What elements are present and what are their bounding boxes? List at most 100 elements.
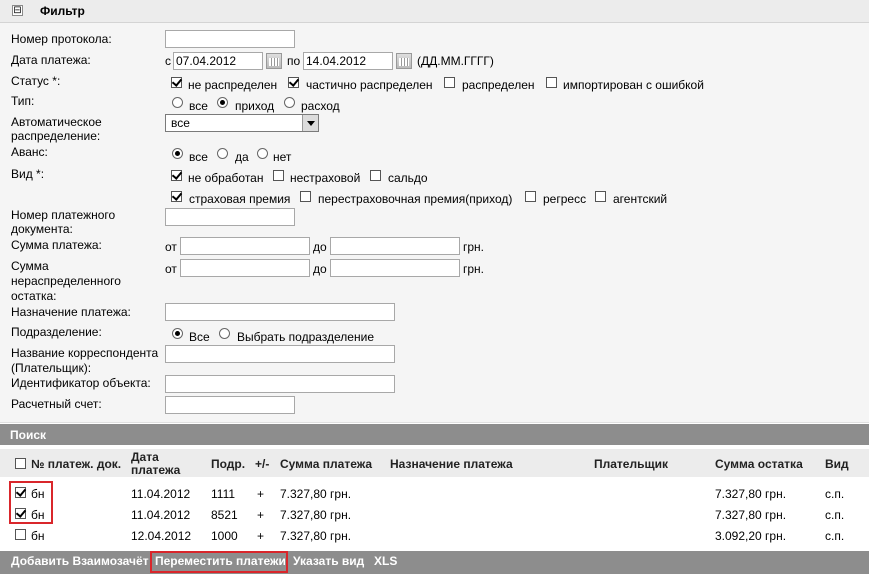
status-partial-checkbox[interactable] — [288, 77, 299, 88]
status-option-label: распределен — [462, 78, 535, 92]
doc-number-input[interactable] — [165, 208, 295, 226]
doc-number-label-2: документа: — [11, 222, 73, 236]
kind-option-label: агентский — [613, 192, 668, 206]
set-kind-button[interactable]: Указать вид — [293, 554, 364, 568]
status-option-label: частично распределен — [306, 78, 433, 92]
kind-unprocessed-checkbox[interactable] — [171, 170, 182, 181]
row-sign: + — [257, 508, 265, 522]
calendar-icon[interactable] — [396, 53, 412, 69]
search-bar[interactable]: Поиск — [0, 424, 869, 445]
date-to-input[interactable] — [303, 52, 393, 70]
type-all-radio[interactable] — [172, 97, 183, 108]
date-format-hint: (ДД.ММ.ГГГГ) — [417, 54, 494, 68]
column-header-payer[interactable]: Плательщик — [594, 458, 668, 470]
object-id-input[interactable] — [165, 375, 395, 393]
type-option-label: расход — [301, 99, 340, 113]
type-expense-radio[interactable] — [284, 97, 295, 108]
remainder-currency: грн. — [463, 262, 485, 276]
sum-from-label: от — [165, 240, 177, 254]
kind-option-label: нестраховой — [290, 171, 361, 185]
sum-from-input[interactable] — [180, 237, 310, 255]
date-from-input[interactable] — [173, 52, 263, 70]
column-header-purpose[interactable]: Назначение платежа — [390, 458, 513, 470]
division-label: Подразделение: — [11, 325, 102, 339]
division-all-radio[interactable] — [172, 328, 183, 339]
row-checkbox[interactable] — [15, 529, 26, 540]
protocol-input[interactable] — [165, 30, 295, 48]
status-unallocated-checkbox[interactable] — [171, 77, 182, 88]
column-header-remainder[interactable]: Сумма остатка — [715, 458, 803, 470]
remainder-label: Сумма — [11, 259, 49, 273]
kind-balance-checkbox[interactable] — [370, 170, 381, 181]
purpose-label: Назначение платежа: — [11, 305, 131, 319]
column-header-sum[interactable]: Сумма платежа — [280, 458, 372, 470]
search-title: Поиск — [10, 428, 47, 442]
auto-allocation-select[interactable]: все — [165, 114, 319, 132]
table-row[interactable]: бн 11.04.2012 8521 + 7.327,80 грн. 7.327… — [0, 503, 869, 524]
column-header-kind[interactable]: Вид — [825, 458, 849, 470]
column-header-division[interactable]: Подр. — [211, 458, 245, 470]
sum-currency: грн. — [463, 240, 485, 254]
kind-reinsurance-checkbox[interactable] — [300, 191, 311, 202]
remainder-to-label: до — [313, 262, 327, 276]
row-date: 11.04.2012 — [131, 508, 191, 522]
kind-option-label: не обработан — [188, 171, 264, 185]
account-label: Расчетный счет: — [11, 397, 102, 411]
xls-button[interactable]: XLS — [374, 554, 397, 568]
status-import-error-checkbox[interactable] — [546, 77, 557, 88]
kind-agent-checkbox[interactable] — [595, 191, 606, 202]
type-label: Тип: — [11, 94, 35, 108]
filter-form — [0, 23, 869, 423]
row-date: 12.04.2012 — [131, 529, 192, 543]
correspondent-input[interactable] — [165, 345, 395, 363]
column-header-sign: +/- — [255, 457, 270, 471]
advance-no-radio[interactable] — [257, 148, 268, 159]
division-option-label: Выбрать подразделение — [237, 330, 374, 344]
table-row[interactable]: бн 11.04.2012 1111 + 7.327,80 грн. 7.327… — [0, 482, 869, 503]
table-header: № платеж. док. Дата платежа Подр. +/- Су… — [0, 449, 869, 477]
filter-title: Фильтр — [40, 4, 85, 18]
row-remainder: 7.327,80 грн. — [715, 508, 787, 522]
auto-allocation-label: Автоматическое — [11, 115, 102, 129]
highlight-box — [150, 551, 288, 573]
kind-regress-checkbox[interactable] — [525, 191, 536, 202]
calendar-icon[interactable] — [266, 53, 282, 69]
row-remainder: 3.092,20 грн. — [715, 529, 787, 543]
division-option-label: Все — [189, 330, 210, 344]
account-input[interactable] — [165, 396, 295, 414]
column-header-date[interactable]: Дата — [131, 451, 159, 463]
type-income-radio[interactable] — [217, 97, 228, 108]
status-option-label: импортирован с ошибкой — [563, 78, 704, 92]
row-kind: с.п. — [825, 529, 845, 543]
division-choose-radio[interactable] — [219, 328, 230, 339]
row-remainder: 7.327,80 грн. — [715, 487, 787, 501]
correspondent-label: Название корреспондента — [11, 346, 159, 360]
remainder-from-input[interactable] — [180, 259, 310, 277]
chevron-down-icon[interactable] — [302, 115, 318, 131]
advance-yes-radio[interactable] — [217, 148, 228, 159]
table-row[interactable]: бн 12.04.2012 1000 + 7.327,80 грн. 3.092… — [0, 524, 869, 545]
status-allocated-checkbox[interactable] — [444, 77, 455, 88]
column-header-doc[interactable]: № платеж. док. — [31, 458, 121, 470]
collapse-icon[interactable]: ⊟ — [12, 5, 23, 16]
kind-premium-checkbox[interactable] — [171, 191, 182, 202]
object-id-label: Идентификатор объекта: — [11, 376, 151, 390]
type-option-label: все — [189, 99, 208, 113]
advance-all-radio[interactable] — [172, 148, 183, 159]
row-sign: + — [257, 529, 265, 543]
sum-to-input[interactable] — [330, 237, 460, 255]
column-header-date-2: платежа — [131, 463, 181, 477]
doc-number-label: Номер платежного — [11, 208, 116, 222]
remainder-to-input[interactable] — [330, 259, 460, 277]
auto-allocation-value: все — [171, 116, 190, 130]
kind-option-label: сальдо — [388, 171, 428, 185]
purpose-input[interactable] — [165, 303, 395, 321]
row-division: 1111 — [211, 487, 236, 501]
kind-noninsurance-checkbox[interactable] — [273, 170, 284, 181]
advance-label: Аванс: — [11, 145, 48, 159]
advance-option-label: да — [235, 150, 249, 164]
select-all-checkbox[interactable] — [15, 458, 26, 469]
row-kind: с.п. — [825, 508, 845, 522]
add-offset-button[interactable]: Добавить Взаимозачёт — [11, 554, 149, 568]
kind-label: Вид *: — [11, 167, 45, 181]
